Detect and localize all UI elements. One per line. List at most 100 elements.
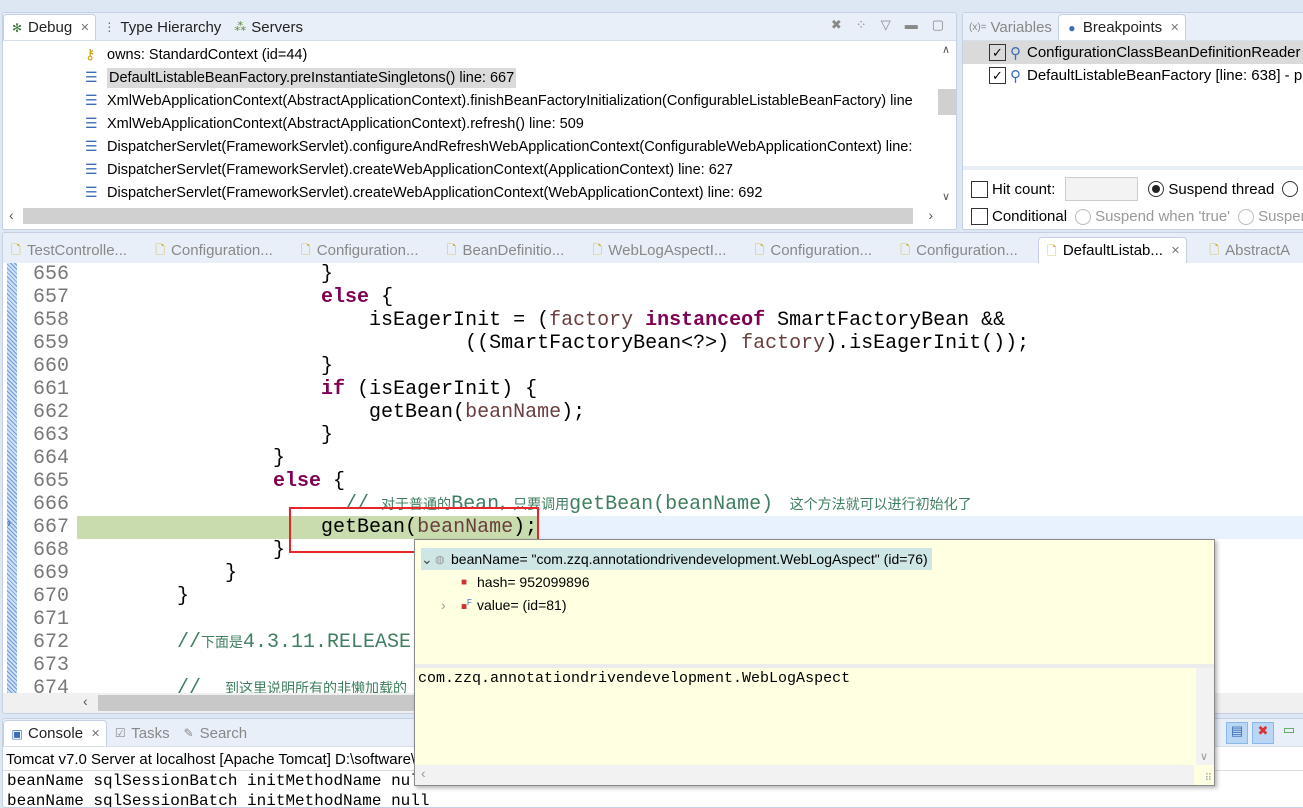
editor-tab[interactable]: 🗋 Configuration... — [746, 237, 878, 263]
hierarchy-icon: ⋮ — [103, 20, 116, 34]
code-token: getBean( — [81, 401, 466, 424]
editor-tab[interactable]: 🗋 TestControlle... — [3, 237, 133, 263]
hit-count-checkbox[interactable] — [971, 180, 988, 198]
tab-type-hierarchy[interactable]: ⋮ Type Hierarchy — [96, 14, 227, 40]
code-token: { — [369, 286, 394, 309]
debug-tabbar: ✻ Debug ✕ ⋮ Type Hierarchy ⁂ Servers ✖ ⁘ ▽ ▬… — [3, 13, 956, 41]
display-selected-console-icon[interactable]: ▤ — [1226, 722, 1248, 744]
editor-tab[interactable]: 🗋 WebLogAspectI... — [584, 237, 732, 263]
code-line: getBean(beanName); — [81, 401, 585, 424]
collapse-chevron-icon[interactable]: ⌄ — [421, 551, 435, 568]
stack-frame-icon: ☰ — [85, 184, 98, 200]
line-number: 670 — [32, 585, 69, 608]
java-file-icon: 🗋 — [446, 243, 457, 257]
editor-tab[interactable]: 🗋 AbstractA — [1201, 237, 1296, 263]
editor-tab[interactable]: 🗋 Configuration... — [892, 237, 1024, 263]
tab-servers[interactable]: ⁂ Servers — [227, 14, 309, 40]
line-number: 668 — [32, 539, 69, 562]
suspend-thread-radio[interactable] — [1148, 181, 1165, 197]
code-line: //下面是4.3.11.RELEASE( — [81, 631, 423, 654]
code-token: // — [177, 631, 202, 654]
tab-variables[interactable]: (x)= Variables — [963, 14, 1058, 40]
suspend-true-radio[interactable] — [1075, 208, 1092, 225]
editor-tab[interactable]: 🗋 BeanDefinitio... — [439, 237, 571, 263]
threads-icon[interactable]: ⁘ — [856, 17, 867, 33]
horizontal-scrollbar[interactable]: ‹ — [415, 765, 1194, 785]
vertical-scrollbar[interactable]: ∨ — [1196, 668, 1214, 765]
maximize-icon[interactable]: ▢ — [932, 17, 944, 33]
list-item[interactable]: ☰ XmlWebApplicationContext(AbstractApplic… — [3, 89, 956, 112]
detail-pane[interactable]: com.zzq.annotationdrivendevelopment.WebL… — [415, 668, 1194, 765]
tab-console[interactable]: ▣ Console ✕ — [3, 720, 108, 746]
vertical-scrollbar[interactable]: ∧ ∨ — [938, 41, 956, 205]
code-token: if — [321, 378, 346, 401]
line-number: 667 — [32, 516, 69, 539]
bug-icon: ✻ — [11, 20, 23, 35]
java-file-icon: 🗋 — [592, 243, 603, 257]
line-number: 666 — [32, 493, 69, 516]
horizontal-scrollbar[interactable]: ‹ › — [3, 206, 939, 226]
code-line: } — [81, 424, 333, 447]
line-number: 664 — [32, 447, 69, 470]
list-item[interactable]: ☰ DispatcherServlet(FrameworkServlet).cre… — [3, 158, 956, 181]
tree-item-hash[interactable]: ■ hash= 952099896 — [461, 571, 590, 593]
java-file-icon: 🗋 — [300, 243, 311, 257]
tasks-icon: ☑ — [114, 726, 126, 740]
editor-tab[interactable]: 🗋 DefaultListab... ✕ — [1037, 237, 1188, 263]
code-line: ((SmartFactoryBean<?>) factory).isEagerI… — [81, 332, 1029, 355]
tab-debug[interactable]: ✻ Debug ✕ — [3, 14, 97, 40]
close-icon[interactable]: ✕ — [91, 727, 100, 740]
breakpoint-item[interactable]: ✓ ⚲ ConfigurationClassBeanDefinitionReader — [963, 41, 1303, 64]
remove-launch-icon[interactable]: ✖ — [1252, 722, 1274, 744]
code-token: } — [81, 447, 286, 470]
line-number: 657 — [32, 286, 69, 309]
remove-terminated-icon[interactable]: ✖ — [831, 17, 842, 33]
code-token: ); — [561, 401, 586, 424]
code-line: } — [81, 263, 333, 286]
expand-chevron-icon[interactable]: › — [441, 597, 461, 613]
close-icon[interactable]: ✕ — [1171, 244, 1180, 257]
code-line: // 到这里说明所有的非懒加载的 — [81, 677, 407, 693]
close-icon[interactable]: ✕ — [1170, 21, 1179, 34]
tree-item-value[interactable]: › ■F value= (id=81) — [441, 594, 567, 616]
pin-console-icon[interactable]: ▭ — [1278, 722, 1300, 744]
checkbox[interactable]: ✓ — [989, 67, 1006, 84]
conditional-checkbox[interactable] — [971, 208, 988, 225]
stack-frame-list: ⚷ owns: StandardContext (id=44) ☰ DefaultL… — [3, 41, 956, 204]
code-token: } — [81, 263, 334, 286]
tab-breakpoints[interactable]: ● Breakpoints ✕ — [1057, 14, 1187, 40]
final-field-icon: ■F — [461, 597, 472, 613]
tree-item-beanName[interactable]: ⌄ ◍ beanName= "com.zzq.annotationdrivend… — [421, 548, 932, 570]
tab-search[interactable]: ✎ Search — [176, 720, 254, 746]
conditional-row: Conditional Suspend when 'true' Suspen — [971, 208, 1303, 225]
breakpoint-icon: ⚲ — [1010, 67, 1021, 85]
list-item[interactable]: ⚷ owns: StandardContext (id=44) — [3, 43, 956, 66]
stack-frame-icon: ☰ — [85, 138, 98, 154]
stack-frame-icon: ☰ — [85, 69, 98, 85]
list-item[interactable]: ☰ XmlWebApplicationContext(AbstractApplic… — [3, 112, 956, 135]
hit-count-input[interactable] — [1065, 177, 1139, 201]
suspend-changes-radio[interactable] — [1238, 208, 1255, 225]
code-line: } — [81, 539, 285, 562]
resize-grip-icon[interactable]: ⠿ — [1205, 773, 1212, 784]
editor-tab[interactable]: 🗋 Configuration... — [293, 237, 425, 263]
checkbox[interactable]: ✓ — [989, 44, 1006, 61]
tab-tasks[interactable]: ☑ Tasks — [107, 720, 175, 746]
line-number: 674 — [32, 677, 69, 693]
search-icon: ✎ — [183, 726, 194, 740]
code-token: } — [81, 424, 334, 447]
minimize-icon[interactable]: ▬ — [905, 17, 918, 33]
breakpoint-item[interactable]: ✓ ⚲ DefaultListableBeanFactory [line: 638]… — [963, 64, 1303, 87]
list-item[interactable]: ☰ DispatcherServlet(FrameworkServlet).con… — [3, 135, 956, 158]
code-token: ).isEagerInit()); — [825, 332, 1030, 355]
list-item[interactable]: ☰ DispatcherServlet(FrameworkServlet).cre… — [3, 181, 956, 204]
close-icon[interactable]: ✕ — [80, 21, 89, 34]
breakpoints-tabbar: (x)= Variables ● Breakpoints ✕ — [963, 13, 1303, 41]
suspend-vm-radio[interactable] — [1282, 181, 1299, 197]
view-menu-icon[interactable]: ▽ — [881, 17, 891, 33]
editor-tab[interactable]: 🗋 Configuration... — [147, 237, 279, 263]
list-item[interactable]: ☰ DefaultListableBeanFactory.preInstantia… — [3, 66, 956, 89]
code-token: 这个方法就可以进行初始化了 — [785, 497, 972, 513]
